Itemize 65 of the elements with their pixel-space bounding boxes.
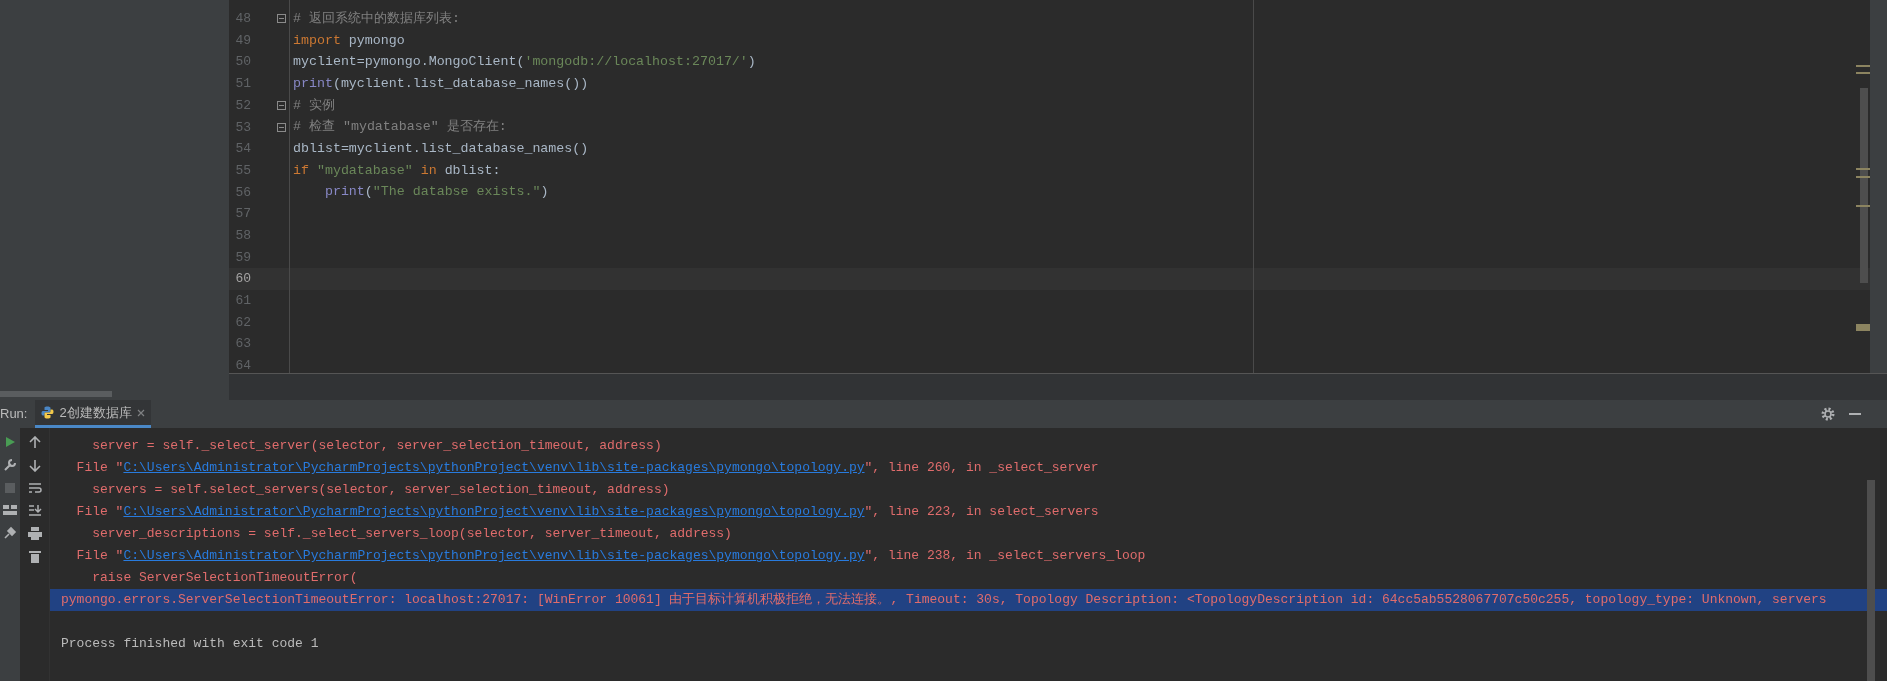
scrollbar-marker bbox=[1856, 324, 1870, 331]
scrollbar-marker bbox=[1856, 176, 1870, 178]
editor-scrollbar[interactable] bbox=[1870, 0, 1887, 373]
wrench-icon[interactable] bbox=[3, 458, 17, 472]
code-line: # 实例 bbox=[293, 96, 335, 115]
code-line: # 返回系统中的数据库列表: bbox=[293, 9, 460, 28]
horizontal-scrollbar[interactable] bbox=[0, 391, 112, 397]
python-icon bbox=[41, 406, 55, 419]
scrollbar-marker bbox=[1856, 168, 1870, 170]
trash-icon[interactable] bbox=[28, 550, 41, 563]
console-line: File "C:\Users\Administrator\PycharmProjects\pythonProject\venv\lib\site-packages\pymongo\topology.py", line 260, in _select_server bbox=[75, 457, 1100, 479]
line-number: 49 bbox=[234, 31, 251, 50]
line-number: 61 bbox=[234, 292, 251, 311]
line-number: 63 bbox=[234, 335, 251, 354]
line-number: 50 bbox=[234, 53, 251, 72]
line-number: 56 bbox=[234, 183, 251, 202]
console-line: File "C:\Users\Administrator\PycharmProjects\pythonProject\venv\lib\site-packages\pymongo\topology.py", line 238, in _select_servers_loop bbox=[75, 545, 1147, 567]
fold-marker-icon[interactable] bbox=[277, 122, 286, 132]
scrollbar-marker bbox=[1856, 205, 1870, 207]
settings-icon[interactable] bbox=[1821, 407, 1835, 421]
console-line: Process finished with exit code 1 bbox=[61, 635, 320, 654]
console-line: File "C:\Users\Administrator\PycharmProjects\pythonProject\venv\lib\site-packages\pymongo\topology.py", line 223, in select_servers bbox=[75, 501, 1100, 523]
down-arrow-icon[interactable] bbox=[28, 459, 41, 472]
soft-wrap-icon[interactable] bbox=[27, 482, 42, 494]
line-number: 60 bbox=[234, 270, 251, 289]
close-icon[interactable] bbox=[136, 408, 145, 417]
line-number: 51 bbox=[234, 75, 251, 94]
console-scrollbar[interactable] bbox=[1867, 480, 1875, 681]
fold-marker-icon[interactable] bbox=[277, 101, 286, 111]
code-line: # 检查 "mydatabase" 是否存在: bbox=[293, 118, 507, 137]
line-number: 48 bbox=[234, 10, 251, 29]
code-line: print(myclient.list_database_names()) bbox=[293, 74, 589, 93]
code-line: if "mydatabase" in dblist: bbox=[293, 161, 501, 180]
console-line: server = self._select_server(selector, server_selection_timeout, address) bbox=[91, 437, 663, 456]
line-number: 64 bbox=[234, 357, 251, 373]
console-line: server_descriptions = self._select_servers_loop(selector, server_timeout, address) bbox=[91, 525, 733, 544]
line-number: 55 bbox=[234, 161, 251, 180]
code-line: print("The databse exists.") bbox=[323, 183, 549, 202]
layout-icon[interactable] bbox=[3, 504, 17, 516]
run-label: Run: bbox=[0, 405, 28, 424]
scroll-to-end-icon[interactable] bbox=[27, 504, 42, 517]
scrollbar-thumb[interactable] bbox=[1860, 88, 1868, 283]
up-arrow-icon[interactable] bbox=[28, 436, 41, 449]
print-icon[interactable] bbox=[27, 527, 42, 540]
file-link[interactable]: C:\Users\Administrator\PycharmProjects\pythonProject\venv\lib\site-packages\pymongo\topology.py bbox=[123, 458, 865, 478]
run-tab[interactable]: 2创建数据库 bbox=[35, 400, 151, 428]
run-icon[interactable] bbox=[4, 436, 16, 448]
console-line: raise ServerSelectionTimeoutError( bbox=[91, 569, 359, 588]
line-number: 57 bbox=[234, 205, 251, 224]
file-link[interactable]: C:\Users\Administrator\PycharmProjects\pythonProject\venv\lib\site-packages\pymongo\topology.py bbox=[123, 502, 865, 522]
line-number: 58 bbox=[234, 226, 251, 245]
line-number: 62 bbox=[234, 313, 251, 332]
line-number: 54 bbox=[234, 140, 251, 159]
line-number: 52 bbox=[234, 96, 251, 115]
pin-icon[interactable] bbox=[3, 526, 17, 540]
line-number: 53 bbox=[234, 118, 251, 137]
file-link[interactable]: C:\Users\Administrator\PycharmProjects\pythonProject\venv\lib\site-packages\pymongo\topology.py bbox=[123, 546, 865, 566]
console-line: servers = self.select_servers(selector, server_selection_timeout, address) bbox=[91, 481, 671, 500]
code-line: myclient=pymongo.MongoClient('mongodb://localhost:27017/') bbox=[293, 53, 756, 72]
line-number: 59 bbox=[234, 248, 251, 267]
code-line: import pymongo bbox=[293, 31, 405, 50]
code-line: dblist=myclient.list_database_names() bbox=[293, 140, 589, 158]
scrollbar-marker bbox=[1856, 72, 1870, 74]
fold-marker-icon[interactable] bbox=[277, 14, 286, 24]
scrollbar-marker bbox=[1856, 65, 1870, 67]
